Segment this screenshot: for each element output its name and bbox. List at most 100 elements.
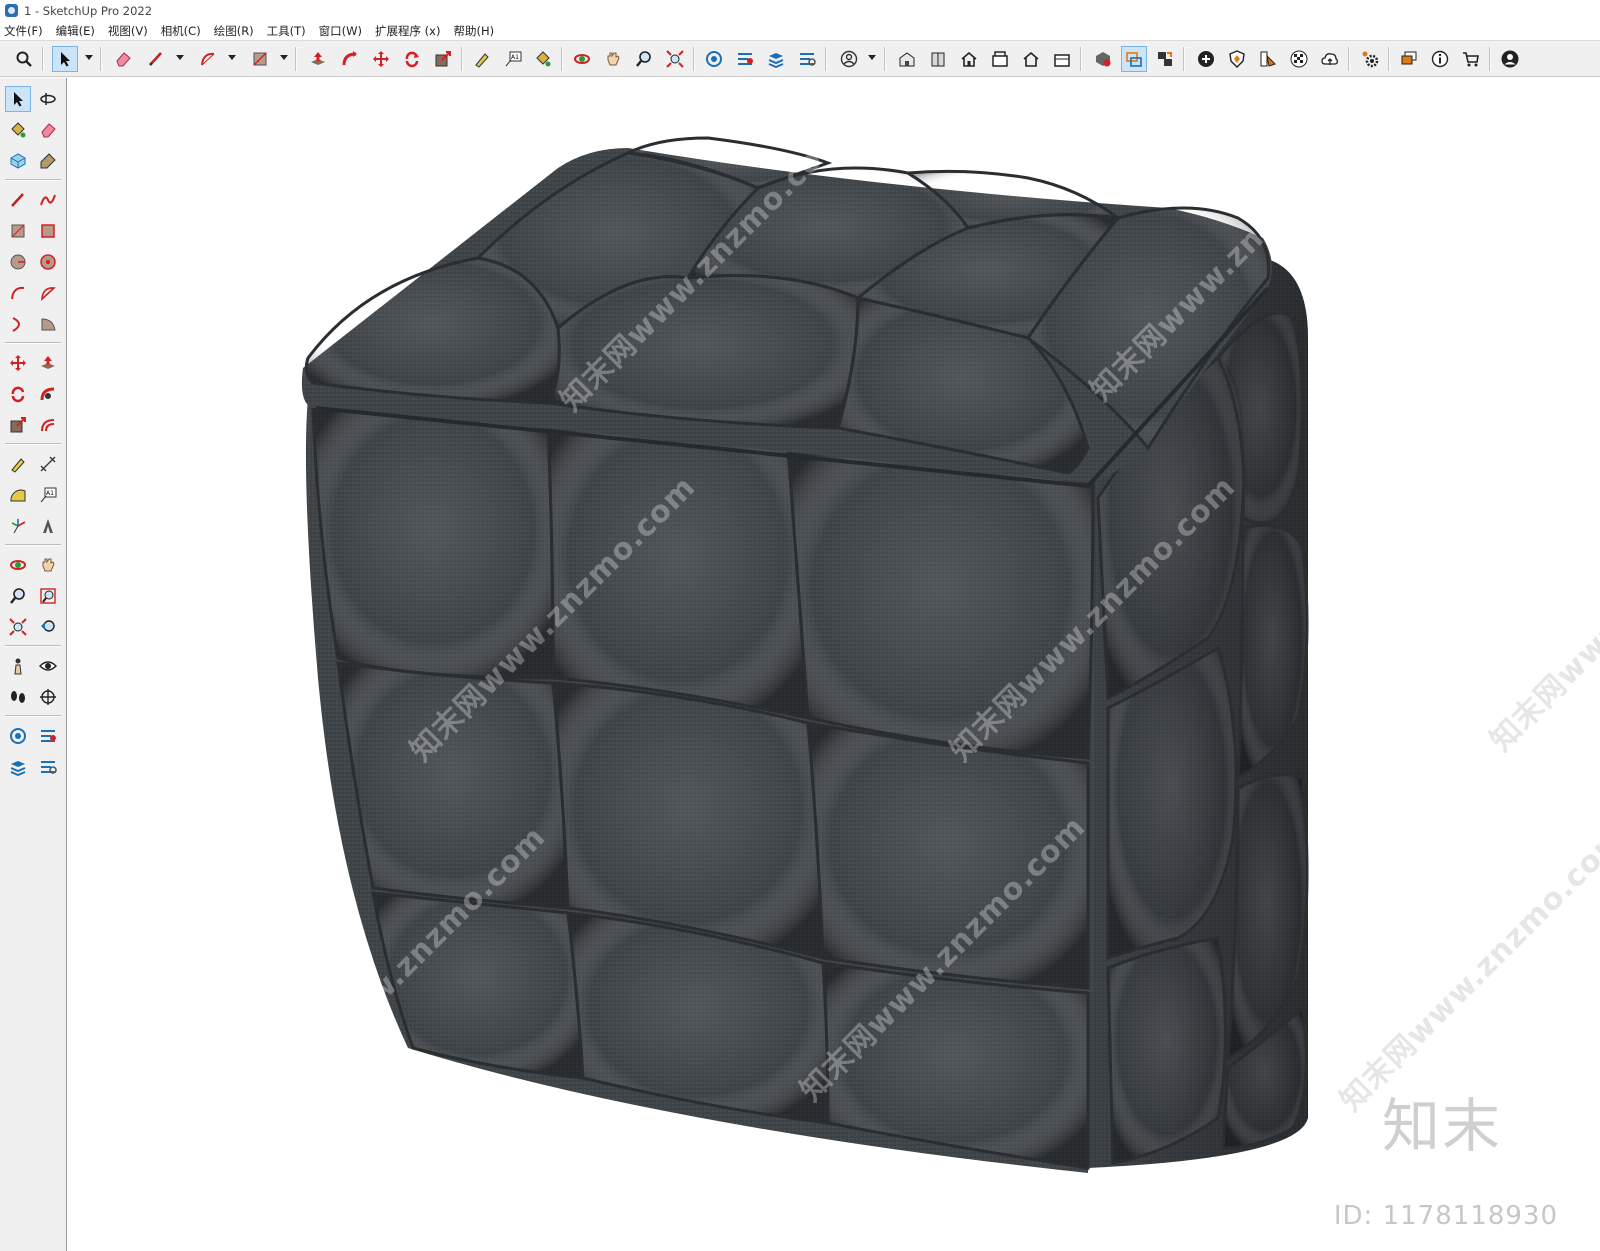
- orbit-icon[interactable]: [570, 47, 594, 71]
- two-point-arc-icon[interactable]: [6, 312, 30, 336]
- menu-camera[interactable]: 相机(C): [161, 23, 201, 39]
- extension-warehouse-icon[interactable]: [36, 724, 60, 748]
- chat-icon[interactable]: [1397, 47, 1421, 71]
- profile-icon[interactable]: [837, 47, 861, 71]
- arc-icon[interactable]: [196, 47, 220, 71]
- cloud-icon[interactable]: [1318, 47, 1342, 71]
- menu-view[interactable]: 视图(V): [108, 23, 148, 39]
- pencil-dropdown-icon[interactable]: [176, 55, 184, 60]
- arc-icon[interactable]: [6, 281, 30, 305]
- rectangle-icon[interactable]: [6, 219, 30, 243]
- scale-icon[interactable]: [6, 413, 30, 437]
- pencil-icon[interactable]: [144, 47, 168, 71]
- look-around-icon[interactable]: [36, 654, 60, 678]
- iso-view-icon[interactable]: [895, 47, 919, 71]
- zoom-window-icon[interactable]: [36, 584, 60, 608]
- zoom-icon[interactable]: [632, 47, 656, 71]
- add-icon[interactable]: [1194, 47, 1218, 71]
- position-camera-icon[interactable]: [6, 654, 30, 678]
- share-icon[interactable]: [795, 47, 819, 71]
- follow-me-icon[interactable]: [36, 382, 60, 406]
- front-view-icon[interactable]: [926, 47, 950, 71]
- back-view-icon[interactable]: [1050, 47, 1074, 71]
- shield-icon[interactable]: [1225, 47, 1249, 71]
- polygon-icon[interactable]: [36, 250, 60, 274]
- search-icon[interactable]: [12, 47, 36, 71]
- move-icon[interactable]: [369, 47, 393, 71]
- scenes-icon[interactable]: [1153, 47, 1177, 71]
- section-icon[interactable]: [1121, 46, 1147, 72]
- component-icon[interactable]: [6, 149, 30, 173]
- tag-icon[interactable]: [36, 149, 60, 173]
- zoom-extents-icon[interactable]: [6, 615, 30, 639]
- arc-dropdown-icon[interactable]: [228, 55, 236, 60]
- zoom-icon[interactable]: [6, 584, 30, 608]
- select-dropdown-icon[interactable]: [85, 55, 93, 60]
- push-pull-icon[interactable]: [36, 351, 60, 375]
- profile-dropdown-icon[interactable]: [868, 55, 876, 60]
- freehand-icon[interactable]: [36, 188, 60, 212]
- eraser-icon[interactable]: [111, 47, 135, 71]
- warehouse-icon[interactable]: [702, 47, 726, 71]
- warehouse-icon[interactable]: [6, 724, 30, 748]
- menu-tools[interactable]: 工具(T): [267, 23, 306, 39]
- top-view-icon[interactable]: [988, 47, 1012, 71]
- paint-bucket-icon[interactable]: [531, 47, 555, 71]
- pan-icon[interactable]: [601, 47, 625, 71]
- orbit-icon[interactable]: [36, 87, 60, 111]
- axes-icon[interactable]: [6, 514, 30, 538]
- scale-icon[interactable]: [431, 47, 455, 71]
- push-pull-icon[interactable]: [306, 47, 330, 71]
- offset-icon[interactable]: [36, 413, 60, 437]
- info-icon[interactable]: [1428, 47, 1452, 71]
- dimension-icon[interactable]: [36, 452, 60, 476]
- checker-icon[interactable]: [1287, 47, 1311, 71]
- protractor-icon[interactable]: [6, 483, 30, 507]
- text-icon[interactable]: A1: [36, 483, 60, 507]
- main-toolbar: A1: [0, 40, 1600, 77]
- follow-me-icon[interactable]: [338, 47, 362, 71]
- settings-icon[interactable]: [1358, 47, 1382, 71]
- select-icon[interactable]: [5, 86, 31, 112]
- menu-extensions[interactable]: 扩展程序 (x): [375, 23, 440, 39]
- rectangle-dropdown-icon[interactable]: [280, 55, 288, 60]
- move-icon[interactable]: [6, 351, 30, 375]
- rotate-icon[interactable]: [400, 47, 424, 71]
- component-icon[interactable]: [1091, 47, 1115, 71]
- layer-icon[interactable]: [764, 47, 788, 71]
- circle-icon[interactable]: [6, 250, 30, 274]
- walk-icon[interactable]: [6, 685, 30, 709]
- pan-icon[interactable]: [36, 553, 60, 577]
- menu-help[interactable]: 帮助(H): [453, 23, 494, 39]
- extension-warehouse-icon[interactable]: [733, 47, 757, 71]
- section-plane-icon[interactable]: [36, 685, 60, 709]
- menu-draw[interactable]: 绘图(R): [214, 23, 254, 39]
- share-icon[interactable]: [36, 755, 60, 779]
- orbit-icon[interactable]: [6, 553, 30, 577]
- right-view-icon[interactable]: [1019, 47, 1043, 71]
- pencil-icon[interactable]: [6, 188, 30, 212]
- home-view-icon[interactable]: [957, 47, 981, 71]
- three-point-arc-icon[interactable]: [36, 312, 60, 336]
- previous-view-icon[interactable]: [36, 615, 60, 639]
- model-viewport[interactable]: 知末网www.znzmo.com 知末网www.znzmo.com 知末网www…: [68, 78, 1600, 1251]
- zoom-extents-icon[interactable]: [663, 47, 687, 71]
- materials-icon[interactable]: [1256, 47, 1280, 71]
- menu-edit[interactable]: 编辑(E): [56, 23, 95, 39]
- rotate-icon[interactable]: [6, 382, 30, 406]
- tape-measure-icon[interactable]: [6, 452, 30, 476]
- text-icon[interactable]: A1: [501, 47, 525, 71]
- select-icon[interactable]: [52, 46, 78, 72]
- 3d-text-icon[interactable]: [36, 514, 60, 538]
- tape-measure-icon[interactable]: [470, 47, 494, 71]
- rotated-rectangle-icon[interactable]: [36, 219, 60, 243]
- cart-icon[interactable]: [1459, 47, 1483, 71]
- user-icon[interactable]: [1498, 47, 1522, 71]
- menu-file[interactable]: 文件(F): [4, 23, 43, 39]
- eraser-icon[interactable]: [36, 118, 60, 142]
- menu-window[interactable]: 窗口(W): [319, 23, 362, 39]
- layer-icon[interactable]: [6, 755, 30, 779]
- paint-bucket-icon[interactable]: [6, 118, 30, 142]
- rectangle-icon[interactable]: [248, 47, 272, 71]
- pie-icon[interactable]: [36, 281, 60, 305]
